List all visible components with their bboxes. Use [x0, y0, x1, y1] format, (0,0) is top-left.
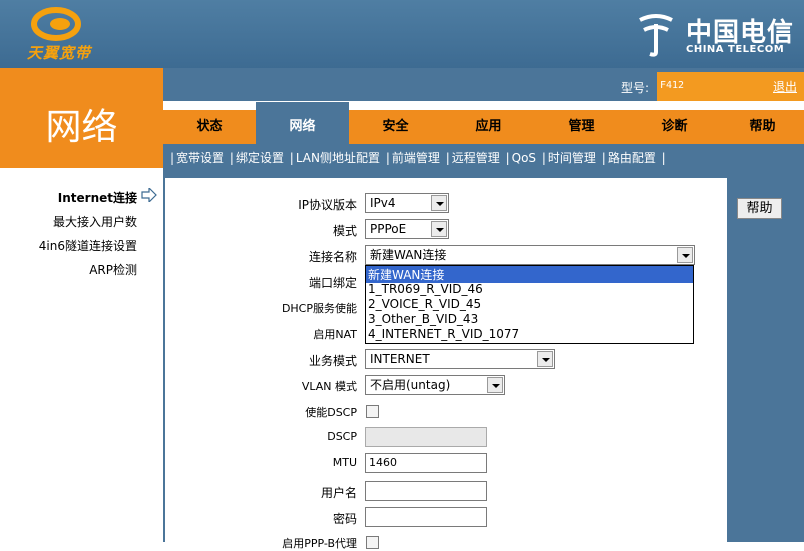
username-label: 用户名: [320, 486, 357, 500]
sidebar: Internet连接 最大接入用户数 4in6隧道连接设置 ARP检测: [0, 168, 163, 542]
vlan-mode-select[interactable]: 不启用(untag): [365, 375, 505, 395]
port-binding-label: 端口绑定: [308, 276, 357, 290]
mode-select[interactable]: PPPoE: [365, 219, 449, 239]
sub-nav-separator: |: [289, 151, 294, 165]
dscp-enable-label: 使能DSCP: [305, 406, 357, 419]
sub-nav-separator: |: [661, 151, 666, 165]
sub-nav-routing[interactable]: 路由配置: [608, 151, 656, 165]
logo-text: 天翼宽带: [27, 44, 92, 62]
connection-name-value: 新建WAN连接: [370, 248, 447, 262]
password-input[interactable]: [365, 507, 487, 527]
ppp-proxy-checkbox[interactable]: [366, 536, 379, 549]
tab-network[interactable]: 网络: [256, 102, 349, 144]
vlan-mode-value: 不启用(untag): [370, 378, 451, 392]
sidebar-item-internet[interactable]: Internet连接: [58, 189, 137, 206]
tab-status[interactable]: 状态: [163, 110, 256, 144]
dropdown-option[interactable]: 1_TR069_R_VID_46: [368, 282, 483, 296]
chevron-down-icon: [487, 377, 503, 393]
sub-nav-qos[interactable]: QoS: [512, 151, 536, 165]
mtu-label: MTU: [332, 456, 357, 469]
service-mode-value: INTERNET: [370, 352, 430, 366]
sub-nav-separator: |: [541, 151, 546, 165]
mode-value: PPPoE: [370, 222, 407, 236]
model-label: 型号:: [621, 81, 650, 95]
tab-application[interactable]: 应用: [442, 110, 535, 144]
connection-name-dropdown: 新建WAN连接 1_TR069_R_VID_46 2_VOICE_R_VID_4…: [365, 265, 694, 344]
dropdown-option[interactable]: 4_INTERNET_R_VID_1077: [368, 327, 519, 341]
sub-nav-time[interactable]: 时间管理: [548, 151, 596, 165]
connection-name-select[interactable]: 新建WAN连接: [365, 245, 695, 265]
dscp-label: DSCP: [327, 430, 357, 443]
sub-nav: | 宽带设置 | 绑定设置 | LAN侧地址配置 | 前端管理 | 远程管理 | QoS |…: [168, 149, 668, 166]
sub-nav-frontend[interactable]: 前端管理: [392, 151, 440, 165]
dropdown-option[interactable]: 2_VOICE_R_VID_45: [368, 297, 481, 311]
tab-help[interactable]: 帮助: [721, 110, 804, 144]
service-mode-select[interactable]: INTERNET: [365, 349, 555, 369]
password-label: 密码: [332, 512, 357, 526]
arrow-right-icon: [141, 188, 157, 202]
tab-diagnostics[interactable]: 诊断: [628, 110, 721, 144]
sidebar-item-arp[interactable]: ARP检测: [89, 261, 137, 278]
chevron-down-icon: [677, 247, 693, 263]
sub-nav-binding[interactable]: 绑定设置: [236, 151, 284, 165]
tab-security[interactable]: 安全: [349, 110, 442, 144]
ip-version-label: IP协议版本: [298, 198, 357, 212]
sub-nav-separator: |: [601, 151, 606, 165]
dropdown-option[interactable]: 3_Other_B_VID_43: [368, 312, 478, 326]
ip-version-value: IPv4: [370, 196, 396, 210]
dhcp-enable-label: DHCP服务使能: [281, 302, 357, 315]
china-telecom-logo-icon: [639, 14, 673, 57]
tab-management[interactable]: 管理: [535, 110, 628, 144]
sub-nav-remote[interactable]: 远程管理: [452, 151, 500, 165]
chevron-down-icon: [431, 195, 447, 211]
ppp-proxy-label: 启用PPP-B代理: [282, 537, 357, 550]
help-panel: [728, 168, 804, 542]
dscp-input[interactable]: [365, 427, 487, 447]
sub-nav-separator: |: [385, 151, 390, 165]
sub-nav-separator: |: [229, 151, 234, 165]
connection-name-label: 连接名称: [308, 250, 357, 264]
mtu-input[interactable]: 1460: [365, 453, 487, 473]
nat-enable-label: 启用NAT: [313, 328, 357, 341]
model-value: F412: [660, 80, 685, 91]
sub-nav-lan-address[interactable]: LAN侧地址配置: [296, 151, 380, 165]
sub-nav-broadband[interactable]: 宽带设置: [176, 151, 224, 165]
sub-nav-separator: |: [170, 151, 175, 165]
main-nav: 状态 网络 安全 应用 管理 诊断 帮助: [163, 102, 804, 144]
chevron-down-icon: [431, 221, 447, 237]
brand-name-en: CHINA TELECOM: [686, 44, 785, 55]
sidebar-item-4in6[interactable]: 4in6隧道连接设置: [39, 237, 137, 254]
logout-link[interactable]: 退出: [773, 78, 797, 95]
vlan-mode-label: VLAN 模式: [301, 380, 357, 393]
dscp-enable-checkbox[interactable]: [366, 405, 379, 418]
help-button[interactable]: 帮助: [737, 198, 782, 219]
top-banner: [0, 0, 804, 68]
dropdown-option[interactable]: 新建WAN连接: [366, 266, 693, 283]
sidebar-item-max-users[interactable]: 最大接入用户数: [53, 213, 137, 230]
mode-label: 模式: [332, 224, 357, 238]
service-mode-label: 业务模式: [308, 354, 357, 368]
section-title: 网络: [45, 107, 118, 148]
ip-version-select[interactable]: IPv4: [365, 193, 449, 213]
username-input[interactable]: [365, 481, 487, 501]
sub-nav-separator: |: [505, 151, 510, 165]
chevron-down-icon: [537, 351, 553, 367]
sub-nav-separator: |: [445, 151, 450, 165]
